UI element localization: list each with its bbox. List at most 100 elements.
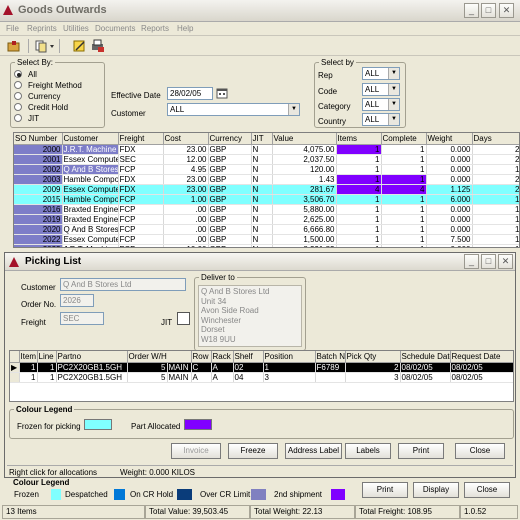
radio-credit-hold[interactable]: Credit Hold [14,102,104,113]
orders-grid[interactable]: SO Number Customer Freight Cost Currency JIT V… [13,132,520,248]
menu-utilities[interactable]: Utilities [63,24,89,33]
picking-header-cell[interactable]: Item [19,351,38,363]
address-label-button[interactable]: Address Label [285,443,342,459]
country-select[interactable]: ALL ▼ [362,113,400,126]
menu-reports[interactable]: Reports [141,24,169,33]
rep-select[interactable]: ALL ▼ [362,67,400,80]
table-row[interactable]: 2001 Essex Compute SEC 12.00 GBP N 2,037.50 1 1 0… [14,154,519,165]
table-row[interactable]: 2002 Q And B Stores FCP 4.95 GBP N 120.00 1 1 0.0… [14,164,519,175]
picking-close-button[interactable]: Close [455,443,505,459]
effective-date-input[interactable]: 28/02/05 [167,87,213,100]
table-cell-cost: .00 [163,234,209,245]
table-cell-so: 2019 [14,214,63,225]
main-titlebar: Goods Outwards _ □ ✕ [0,0,520,22]
table-cell-currency: GBP [208,184,252,195]
table-cell-complete: 1 [381,214,427,225]
table-cell-customer: J.R.T. Machine [62,144,119,155]
picking-minimize-button[interactable]: _ [464,254,479,269]
calendar-icon[interactable] [216,87,228,99]
radio-jit[interactable]: JIT [14,113,104,124]
grid-header-cell[interactable]: Value [272,133,337,145]
table-row[interactable]: 2015 Hamble Compor FCP 1.00 GBP N 3,506.70 1 1 6.… [14,194,519,205]
grid-header-cell[interactable]: SO Number [14,133,63,145]
table-cell-jit: N [251,144,273,155]
grid-header-cell[interactable]: Cost [163,133,209,145]
copy-dropdown-icon[interactable] [34,39,56,53]
picking-grid[interactable]: Item Line Partno Order W/H Row Rack Shelf Posit… [9,350,514,402]
picking-maximize-button[interactable]: □ [481,254,496,269]
main-close-button[interactable]: Close [464,482,510,498]
picking-header-cell[interactable]: Pick Qty [345,351,401,363]
picking-header-cell[interactable]: Partno [56,351,128,363]
table-cell-freight: FDX [118,174,164,185]
picking-order-field[interactable]: 2026 [60,294,94,307]
grid-header-cell[interactable]: Days [472,133,519,145]
edit-pencil-icon[interactable] [72,39,88,53]
picking-header-cell[interactable]: Position [263,351,316,363]
jit-checkbox[interactable] [177,312,190,325]
invoice-button[interactable]: Invoice [171,443,221,459]
main-display-button[interactable]: Display [413,482,459,498]
grid-header-cell[interactable]: Customer [62,133,119,145]
table-row[interactable]: 2016 Braxted Enginer FCP .00 GBP N 5,880.00 1 1 0… [14,204,519,215]
grid-header-cell[interactable]: Items [336,133,382,145]
table-row[interactable]: 2023J.R.T. MachineFCP10.00GBPN8,291.8311… [14,244,519,247]
table-cell-so: 2001 [14,154,63,165]
picking-print-button[interactable]: Print [398,443,444,459]
picking-cell-line: 1 [37,362,57,373]
menu-reprints[interactable]: Reprints [27,24,57,33]
part-allocated-label: Part Allocated [131,422,181,431]
table-cell-days: 2 [472,174,519,185]
menu-file[interactable]: File [6,24,19,33]
category-select[interactable]: ALL ▼ [362,98,400,111]
radio-freight-method[interactable]: Freight Method [14,80,104,91]
customer-select[interactable]: ALL ▼ [167,103,300,116]
main-print-button[interactable]: Print [362,482,408,498]
grid-header-cell[interactable]: JIT [251,133,273,145]
picking-close-x-button[interactable]: ✕ [498,254,513,269]
picking-header-cell[interactable]: Line [37,351,57,363]
grid-header-cell[interactable]: Weight [426,133,473,145]
maximize-button[interactable]: □ [481,3,496,18]
labels-button[interactable]: Labels [345,443,391,459]
table-row[interactable]: 2022 Essex Compute FCP .00 GBP N 1,500.00 1 1 7.5… [14,234,519,245]
table-cell-value: 5,880.00 [272,204,337,215]
table-row[interactable]: 2000 J.R.T. Machine FDX 23.00 GBP N 4,075.00 1 1… [14,144,519,155]
code-select[interactable]: ALL ▼ [362,83,400,96]
picking-header-cell[interactable]: Rack [211,351,234,363]
menu-help[interactable]: Help [177,24,193,33]
radio-all[interactable]: All [14,69,104,80]
radio-currency[interactable]: Currency [14,91,104,102]
picking-freight-field[interactable]: SEC [60,312,104,325]
grid-header-cell[interactable]: Currency [208,133,252,145]
picking-customer-field[interactable]: Q And B Stores Ltd [60,278,186,291]
picking-header-cell[interactable]: Shelf [233,351,264,363]
menu-documents[interactable]: Documents [95,24,135,33]
open-folder-icon[interactable] [6,39,22,53]
grid-header-cell[interactable]: Complete [381,133,427,145]
picking-header-cell[interactable]: Row [191,351,212,363]
picking-header-cell[interactable]: Schedule Date [400,351,451,363]
table-cell-days: 1 [472,204,519,215]
picking-header-cell[interactable]: Order W/H [127,351,192,363]
table-row[interactable]: 2020 Q And B Stores FCP .00 GBP N 6,666.80 1 1 0.… [14,224,519,235]
table-row[interactable]: 2003 Hamble Compor FDX 23.00 GBP N 1.43 1 1 0.000… [14,174,519,185]
table-row[interactable]: 2009 Essex Compute FDX 23.00 GBP N 281.67 4 4 1.1… [14,184,519,195]
table-cell-value: 4,075.00 [272,144,337,155]
picking-header-cell[interactable]: Batch Number [315,351,346,363]
grid-header-cell[interactable]: Freight [118,133,164,145]
picking-row[interactable]: 1 1 PC2X20GB1.5GH 5 MAIN A A 04 3 3 08/02/05 08/02/… [10,372,513,383]
picking-status-hint: Right click for allocations [9,468,98,477]
table-row[interactable]: 2019 Braxted Enginer FCP .00 GBP N 2,625.00 1 1 0… [14,214,519,225]
table-cell-so: 2020 [14,224,63,235]
print-preview-icon[interactable] [90,39,106,53]
close-button[interactable]: ✕ [499,3,514,18]
picking-cell-batch [315,372,346,383]
picking-row[interactable]: ▶ 1 1 PC2X20GB1.5GH 5 MAIN C A 02 1 F6789 2 08/02/05… [10,362,513,373]
minimize-button[interactable]: _ [464,3,479,18]
part-allocated-swatch [184,419,212,430]
picking-header-cell[interactable]: Request Date [450,351,513,363]
table-cell-freight: FDX [118,144,164,155]
table-cell-so: 2015 [14,194,63,205]
freeze-button[interactable]: Freeze [228,443,278,459]
